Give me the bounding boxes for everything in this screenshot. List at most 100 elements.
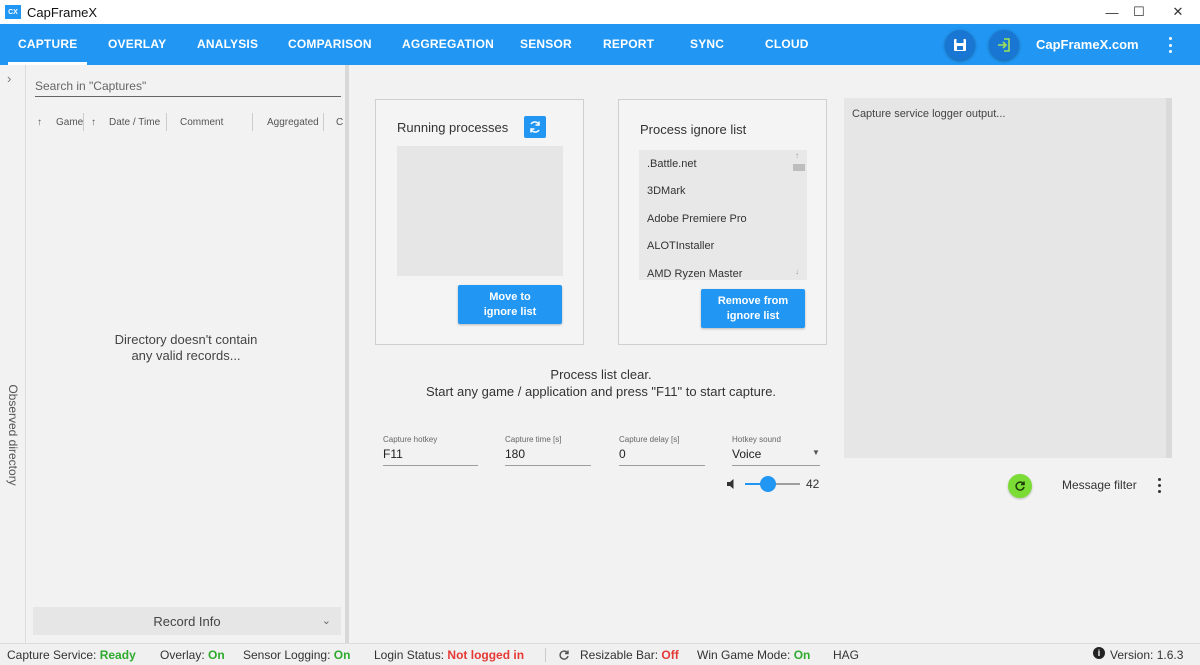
message-filter-label[interactable]: Message filter: [1062, 478, 1137, 492]
status-line: Process list clear.: [550, 367, 652, 382]
column-separator: [166, 113, 167, 131]
empty-message-line: any valid records...: [131, 348, 241, 363]
website-link[interactable]: CapFrameX.com: [1036, 24, 1139, 65]
tab-overlay[interactable]: OVERLAY: [108, 24, 166, 65]
save-button[interactable]: [945, 30, 975, 60]
field-underline: [732, 465, 820, 466]
status-value: Ready: [99, 648, 136, 662]
capture-time-field[interactable]: Capture time [s] 180: [505, 435, 591, 469]
button-label-line: ignore list: [726, 309, 780, 322]
status-label: Win Game Mode:: [697, 648, 791, 662]
observed-directory-strip[interactable]: › Observed directory: [0, 65, 26, 643]
tab-comparison[interactable]: COMPARISON: [288, 24, 372, 65]
column-game[interactable]: Game: [56, 117, 83, 128]
capture-hotkey-field[interactable]: Capture hotkey F11: [383, 435, 478, 469]
logger-scrollbar[interactable]: [1166, 98, 1172, 458]
field-value[interactable]: F11: [383, 447, 403, 461]
column-truncated[interactable]: C: [336, 117, 343, 128]
save-icon: [954, 39, 966, 51]
column-date-time[interactable]: Date / Time: [109, 117, 160, 128]
more-vert-icon[interactable]: [1162, 35, 1178, 55]
app-title: CapFrameX: [27, 4, 98, 20]
field-value[interactable]: Voice: [732, 447, 761, 461]
close-button[interactable]: ✕: [1156, 0, 1200, 24]
refresh-icon: [1015, 481, 1025, 491]
field-underline: [383, 465, 478, 466]
button-label-line: ignore list: [483, 305, 537, 318]
status-label: Sensor Logging:: [243, 648, 331, 662]
status-label: Capture Service:: [7, 648, 97, 662]
list-item[interactable]: Adobe Premiere Pro: [647, 213, 747, 225]
ignore-list-scrollbar[interactable]: ↑ ↓: [791, 150, 807, 280]
status-label: Resizable Bar:: [580, 648, 659, 662]
hags-status-truncated: HAG: [833, 648, 860, 662]
capture-service-status: Capture Service: Ready: [7, 648, 136, 662]
hotkey-sound-select[interactable]: Hotkey sound Voice ▼: [732, 435, 820, 469]
column-separator: [252, 113, 253, 131]
capture-logger-output[interactable]: Capture service logger output...: [844, 98, 1172, 458]
info-icon[interactable]: i: [1093, 647, 1105, 659]
login-status: Login Status: Not logged in: [374, 648, 524, 662]
panel-splitter[interactable]: [345, 65, 349, 643]
list-item[interactable]: ALOTInstaller: [647, 240, 714, 252]
tab-sensor[interactable]: SENSOR: [520, 24, 572, 65]
capture-delay-field[interactable]: Capture delay [s] 0: [619, 435, 705, 469]
tab-analysis[interactable]: ANALYSIS: [197, 24, 258, 65]
tab-capture[interactable]: CAPTURE: [7, 24, 88, 65]
process-status-message: Process list clear. Start any game / app…: [370, 366, 832, 400]
more-vert-icon[interactable]: [1156, 478, 1162, 493]
captures-panel: ↑ Game ↑ Date / Time Comment Aggregated …: [27, 65, 345, 643]
tab-cloud[interactable]: CLOUD: [765, 24, 809, 65]
list-item[interactable]: .Battle.net: [647, 158, 697, 170]
captures-search-input[interactable]: [35, 75, 341, 97]
tab-aggregation[interactable]: AGGREGATION: [402, 24, 494, 65]
game-mode-status: Win Game Mode: On: [697, 648, 810, 662]
field-label: Capture delay [s]: [619, 435, 680, 444]
version-label: Version: 1.6.3: [1110, 648, 1184, 662]
refresh-processes-button[interactable]: [524, 116, 546, 138]
reset-logger-button[interactable]: [1008, 474, 1032, 498]
empty-message-line: Directory doesn't contain: [114, 332, 258, 347]
field-value[interactable]: 0: [619, 447, 626, 461]
scroll-thumb[interactable]: [793, 164, 805, 171]
login-button[interactable]: [989, 30, 1019, 60]
status-line: Start any game / application and press "…: [425, 384, 777, 399]
field-underline: [619, 465, 705, 466]
status-value: Off: [661, 648, 679, 662]
move-to-ignore-list-button[interactable]: Move to ignore list: [458, 285, 562, 324]
observed-directory-label[interactable]: Observed directory: [6, 384, 20, 485]
overlay-status: Overlay: On: [160, 648, 225, 662]
resizable-bar-status: Resizable Bar: Off: [580, 648, 679, 662]
sort-arrow-icon[interactable]: ↑: [37, 117, 42, 128]
scroll-down-icon[interactable]: ↓: [795, 267, 799, 276]
remove-from-ignore-list-button[interactable]: Remove from ignore list: [701, 289, 805, 328]
status-label: Login Status:: [374, 648, 445, 662]
tab-sync[interactable]: SYNC: [690, 24, 724, 65]
dropdown-arrow-icon[interactable]: ▼: [812, 448, 820, 457]
ignore-list-box[interactable]: .Battle.net 3DMark Adobe Premiere Pro AL…: [639, 150, 807, 280]
status-value: On: [333, 648, 351, 662]
expand-chevron-icon[interactable]: ›: [7, 71, 11, 86]
list-item[interactable]: 3DMark: [647, 185, 686, 197]
running-processes-list[interactable]: [397, 146, 563, 276]
maximize-button[interactable]: ☐: [1117, 0, 1161, 24]
title-bar: CX CapFrameX — ☐ ✕: [0, 0, 1200, 24]
record-info-expander[interactable]: Record Info ⌄: [33, 607, 341, 635]
ignore-list-title: Process ignore list: [640, 122, 747, 137]
field-label: Capture time [s]: [505, 435, 562, 444]
volume-value: 42: [806, 477, 820, 491]
sort-arrow-icon[interactable]: ↑: [91, 117, 96, 128]
column-separator: [83, 113, 84, 131]
list-item[interactable]: AMD Ryzen Master: [647, 268, 742, 280]
column-comment[interactable]: Comment: [180, 117, 223, 128]
main-nav: CAPTURE OVERLAY ANALYSIS COMPARISON AGGR…: [0, 24, 1200, 65]
refresh-icon[interactable]: [558, 649, 570, 661]
tab-report[interactable]: REPORT: [603, 24, 654, 65]
field-value[interactable]: 180: [505, 447, 525, 461]
volume-slider-thumb[interactable]: [760, 476, 777, 492]
logger-placeholder: Capture service logger output...: [852, 108, 1006, 120]
field-underline: [505, 465, 591, 466]
scroll-up-icon[interactable]: ↑: [795, 151, 799, 160]
column-aggregated[interactable]: Aggregated: [267, 117, 319, 128]
running-processes-title: Running processes: [397, 120, 509, 135]
